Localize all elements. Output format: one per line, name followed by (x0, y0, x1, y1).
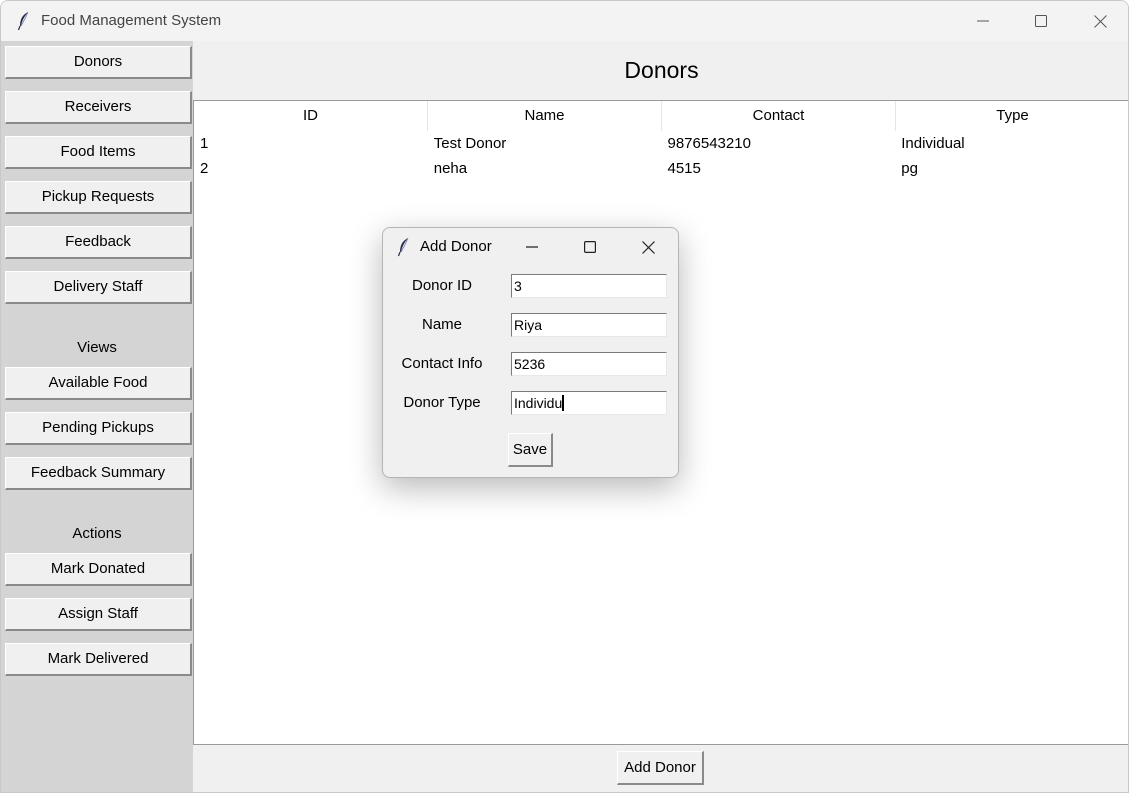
cell-contact: 4515 (667, 160, 701, 177)
table-row[interactable]: 1 Test Donor 9876543210 Individual (194, 131, 1128, 156)
maximize-icon (1035, 15, 1047, 27)
sidebar-item-donors[interactable]: Donors (5, 46, 192, 79)
maximize-icon (584, 241, 596, 253)
sidebar-item-delivery-staff[interactable]: Delivery Staff (5, 271, 192, 304)
minimize-icon (977, 20, 989, 22)
table-header: ID Name Contact Type (194, 101, 1128, 131)
donor-type-value: Individu (514, 395, 563, 411)
add-donor-button[interactable]: Add Donor (617, 751, 704, 785)
feather-icon (397, 237, 409, 257)
contact-info-field[interactable]: 5236 (511, 352, 667, 376)
table-row[interactable]: 2 neha 4515 pg (194, 156, 1128, 181)
close-button[interactable] (1071, 1, 1128, 41)
name-label: Name (421, 316, 462, 333)
add-donor-dialog: Add Donor Donor ID 3 Name Riya Contact I… (382, 227, 679, 478)
sidebar-item-receivers[interactable]: Receivers (5, 91, 192, 124)
column-header-id[interactable]: ID (194, 101, 428, 131)
contact-info-label: Contact Info (401, 355, 483, 372)
view-pending-pickups[interactable]: Pending Pickups (5, 412, 192, 445)
sidebar: Donors Receivers Food Items Pickup Reque… (1, 41, 193, 792)
sidebar-item-pickup-requests[interactable]: Pickup Requests (5, 181, 192, 214)
cell-id: 2 (200, 160, 209, 177)
text-caret (562, 395, 565, 411)
dialog-maximize-button[interactable] (561, 228, 619, 266)
view-available-food[interactable]: Available Food (5, 367, 192, 400)
dialog-title: Add Donor (420, 238, 492, 255)
window-title: Food Management System (41, 12, 222, 29)
cell-type: Individual (901, 135, 965, 152)
cell-name: Test Donor (433, 135, 507, 152)
window-titlebar[interactable]: Food Management System (1, 1, 1128, 41)
cell-name: neha (433, 160, 468, 177)
view-feedback-summary[interactable]: Feedback Summary (5, 457, 192, 490)
minimize-button[interactable] (954, 1, 1012, 41)
close-icon (641, 240, 655, 254)
cell-type: pg (901, 160, 918, 177)
dialog-minimize-button[interactable] (503, 228, 561, 266)
column-header-name[interactable]: Name (428, 101, 662, 131)
maximize-button[interactable] (1012, 1, 1070, 41)
action-mark-delivered[interactable]: Mark Delivered (5, 643, 192, 676)
save-button[interactable]: Save (508, 433, 553, 467)
dialog-titlebar[interactable]: Add Donor (383, 228, 678, 266)
minimize-icon (526, 246, 538, 248)
dialog-close-button[interactable] (619, 228, 677, 266)
close-icon (1093, 14, 1107, 28)
column-header-contact[interactable]: Contact (662, 101, 896, 131)
feather-icon (17, 11, 29, 31)
action-mark-donated[interactable]: Mark Donated (5, 553, 192, 586)
donor-id-label: Donor ID (411, 277, 473, 294)
column-header-type[interactable]: Type (896, 101, 1128, 131)
donor-type-label: Donor Type (403, 394, 481, 411)
sidebar-item-food-items[interactable]: Food Items (5, 136, 192, 169)
sidebar-item-feedback[interactable]: Feedback (5, 226, 192, 259)
page-title: Donors (624, 57, 699, 83)
bottom-bar: Add Donor (193, 745, 1128, 792)
cell-id: 1 (200, 135, 209, 152)
donor-type-field[interactable]: Individu (511, 391, 667, 415)
actions-heading: Actions (72, 525, 122, 542)
main-window: Food Management System Donors Receivers … (0, 0, 1129, 793)
action-assign-staff[interactable]: Assign Staff (5, 598, 192, 631)
donor-id-field[interactable]: 3 (511, 274, 667, 298)
views-heading: Views (77, 339, 117, 356)
cell-contact: 9876543210 (667, 135, 751, 152)
name-field[interactable]: Riya (511, 313, 667, 337)
